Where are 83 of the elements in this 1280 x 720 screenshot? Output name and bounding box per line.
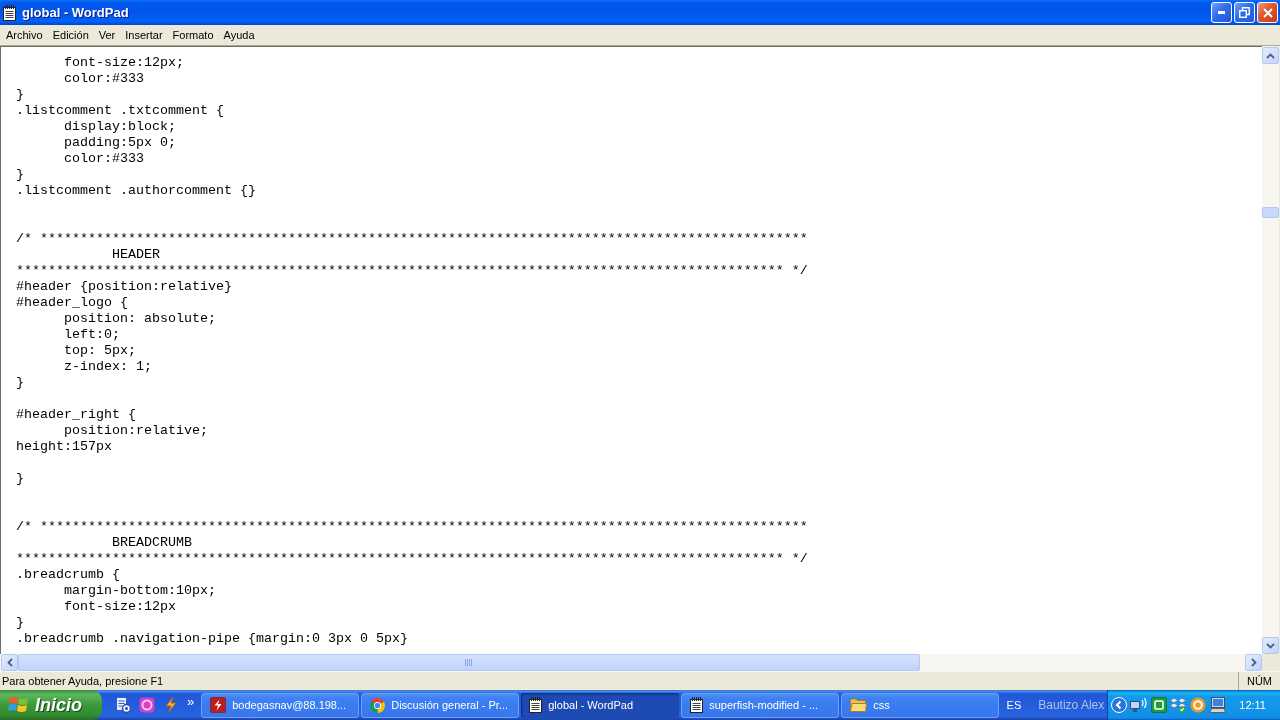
bolt-tile-icon <box>210 697 227 713</box>
code-line: #header_right { <box>16 407 136 423</box>
taskbar-button[interactable]: superfish-modified - ... <box>681 692 840 718</box>
lightning-icon[interactable] <box>163 697 179 713</box>
taskbar-button[interactable]: bodegasnav@88.198... <box>201 692 360 718</box>
menu-item[interactable]: Ver <box>93 26 121 44</box>
menu-item[interactable]: Ayuda <box>218 26 260 44</box>
code-line: .listcomment .txtcomment { <box>16 103 224 119</box>
code-line: position: absolute; <box>64 311 216 327</box>
flag-icon <box>8 695 30 715</box>
window-title: global - WordPad <box>22 3 129 22</box>
square-tile-icon[interactable] <box>1151 697 1168 713</box>
chevron-left-icon <box>6 658 13 667</box>
code-line: #header {position:relative} <box>16 279 232 295</box>
code-line: margin-bottom:10px; <box>64 583 216 599</box>
menu-item[interactable]: Edición <box>47 26 94 44</box>
code-line: font-size:12px; <box>64 55 184 71</box>
clock[interactable]: 12:11 <box>1239 696 1266 714</box>
code-line: font-size:12px <box>64 599 176 615</box>
scroll-thumb[interactable] <box>18 654 920 671</box>
code-line: position:relative; <box>64 423 208 439</box>
notepad-icon <box>529 697 543 713</box>
code-line: } <box>16 87 24 103</box>
minimize-icon <box>1218 11 1225 14</box>
code-line: padding:5px 0; <box>64 135 176 151</box>
document-gear-icon[interactable] <box>115 697 131 713</box>
notepad-icon <box>3 4 16 21</box>
scroll-up-button[interactable] <box>1262 47 1279 64</box>
code-line: .breadcrumb .navigation-pipe {margin:0 3px 0 5px} <box>16 631 408 647</box>
code-line: left:0; <box>64 327 120 343</box>
start-button[interactable]: Inicio <box>0 690 102 720</box>
menu-item[interactable]: Insertar <box>120 26 168 44</box>
chevron-left-icon[interactable] <box>1111 697 1128 713</box>
taskbar-button[interactable]: css <box>841 692 1000 718</box>
code-line: .listcomment .authorcomment {} <box>16 183 256 199</box>
code-line: } <box>16 615 24 631</box>
scroll-down-button[interactable] <box>1262 637 1279 654</box>
close-button[interactable] <box>1257 2 1278 23</box>
menu-item[interactable]: Formato <box>167 26 219 44</box>
notepad-icon <box>690 697 704 713</box>
close-icon <box>1262 7 1273 18</box>
round-logo-icon <box>370 697 386 713</box>
language-indicator[interactable]: ES <box>1006 696 1022 714</box>
code-line: top: 5px; <box>64 343 136 359</box>
code-line: ************************************************************************************************ */ <box>16 263 808 279</box>
grip-icon <box>465 659 473 666</box>
folder-icon <box>850 698 868 712</box>
ring-icon[interactable] <box>1190 697 1207 713</box>
code-line: ************************************************************************************************ */ <box>16 551 808 567</box>
network-icon[interactable] <box>1130 697 1149 713</box>
minimize-button[interactable] <box>1211 2 1232 23</box>
taskbar-button[interactable]: Discusión general - Pr... <box>361 692 520 718</box>
code-line: #header_logo { <box>16 295 128 311</box>
chevron-up-icon <box>1266 52 1275 59</box>
computer-icon[interactable] <box>1209 697 1227 713</box>
restore-icon <box>1239 7 1250 18</box>
user-name: Bautizo Alex <box>1038 697 1105 714</box>
code-line: BREADCRUMB <box>112 535 192 551</box>
scroll-right-button[interactable] <box>1245 654 1262 671</box>
code-line: color:#333 <box>64 151 144 167</box>
code-line: display:block; <box>64 119 176 135</box>
code-line: height:157px <box>16 439 112 455</box>
code-line: } <box>16 167 24 183</box>
menu-item[interactable]: Archivo <box>1 26 48 44</box>
code-line: } <box>16 471 24 487</box>
more-chevron[interactable]: » <box>187 694 195 708</box>
taskbar-button[interactable]: global - WordPad <box>521 692 680 718</box>
chevron-right-icon <box>1250 658 1257 667</box>
restore-button[interactable] <box>1234 2 1255 23</box>
code-line: .breadcrumb { <box>16 567 120 583</box>
chevron-down-icon <box>1266 642 1275 649</box>
code-line: HEADER <box>112 247 160 263</box>
status-help-text: Para obtener Ayuda, presione F1 <box>1 673 164 689</box>
ring-icon[interactable] <box>139 697 155 713</box>
code-line: } <box>16 375 24 391</box>
code-line: /* ************************************************************************************************ <box>16 231 808 247</box>
scroll-left-button[interactable] <box>1 654 18 671</box>
code-line: color:#333 <box>64 71 144 87</box>
boxes-icon[interactable] <box>1170 697 1188 713</box>
code-line: z-index: 1; <box>64 359 152 375</box>
code-line: /* ************************************************************************************************ <box>16 519 808 535</box>
scroll-thumb[interactable] <box>1262 207 1279 218</box>
num-lock-indicator: NÚM <box>1246 673 1273 689</box>
